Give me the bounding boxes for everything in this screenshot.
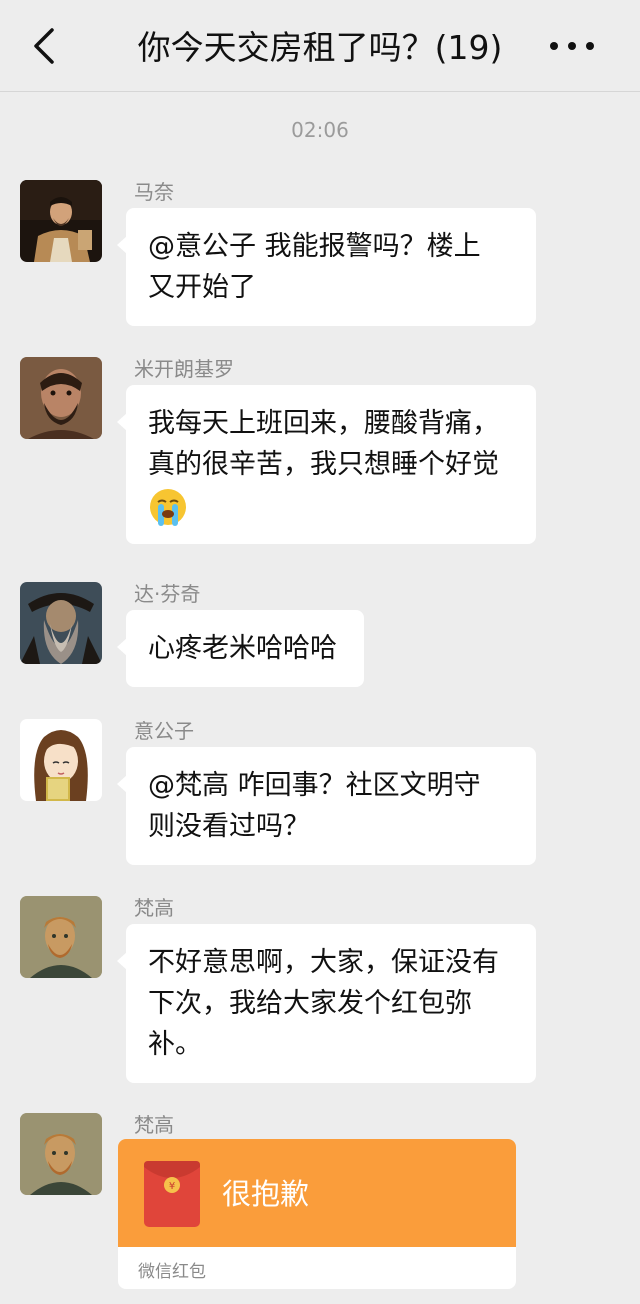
- message-line: 不好意思啊，大家，保证没有: [148, 947, 499, 978]
- message-bubble[interactable]: @梵高 咋回事？社区文明守 则没看过吗？: [117, 747, 536, 865]
- message-line: 则没看过吗？: [148, 811, 310, 842]
- sender-name: 梵高: [134, 1113, 174, 1137]
- message-line: 下次，我给大家发个红包弥: [148, 988, 472, 1019]
- red-packet-label: 微信红包: [138, 1262, 206, 1282]
- sender-name: 达·芬奇: [134, 582, 201, 606]
- avatar[interactable]: [20, 719, 102, 801]
- message-bubble[interactable]: 我每天上班回来，腰酸背痛， 真的很辛苦，我只想睡个好觉: [117, 385, 536, 544]
- timestamp: 02:06: [291, 118, 349, 142]
- red-packet-greeting: 很抱歉: [222, 1177, 310, 1211]
- avatar[interactable]: [20, 582, 102, 664]
- message-line: @意公子 我能报警吗？楼上: [148, 231, 481, 262]
- message-line: @梵高 咋回事？社区文明守: [148, 770, 481, 801]
- crying-face-icon: [150, 488, 186, 526]
- message-line: 心疼老米哈哈哈: [148, 633, 337, 664]
- avatar[interactable]: [20, 357, 102, 439]
- message-bubble[interactable]: 心疼老米哈哈哈: [117, 610, 364, 687]
- chat-title: 你今天交房租了吗？(19): [137, 28, 503, 67]
- message-bubble[interactable]: 不好意思啊，大家，保证没有 下次，我给大家发个红包弥 补。: [117, 924, 536, 1083]
- avatar[interactable]: [20, 1113, 102, 1195]
- chat-header: 你今天交房租了吗？(19): [0, 0, 640, 92]
- red-packet-card[interactable]: ¥ 很抱歉 微信红包: [118, 1139, 516, 1289]
- chevron-left-icon[interactable]: [28, 24, 62, 68]
- emoji-line: [148, 485, 514, 526]
- message-line: 真的很辛苦，我只想睡个好觉: [148, 449, 499, 480]
- sender-name: 意公子: [134, 719, 194, 743]
- red-packet-body: ¥ 很抱歉: [118, 1139, 516, 1247]
- sender-name: 米开朗基罗: [134, 357, 234, 381]
- more-dots-icon[interactable]: [544, 30, 600, 62]
- avatar[interactable]: [20, 180, 102, 262]
- message-line: 又开始了: [148, 272, 256, 303]
- avatar[interactable]: [20, 896, 102, 978]
- svg-text:¥: ¥: [169, 1181, 175, 1192]
- sender-name: 梵高: [134, 896, 174, 920]
- message-line: 补。: [148, 1029, 202, 1060]
- message-line: 我每天上班回来，腰酸背痛，: [148, 408, 499, 439]
- red-envelope-icon: ¥: [144, 1161, 200, 1227]
- sender-name: 马奈: [134, 180, 174, 204]
- message-bubble[interactable]: @意公子 我能报警吗？楼上 又开始了: [117, 208, 536, 326]
